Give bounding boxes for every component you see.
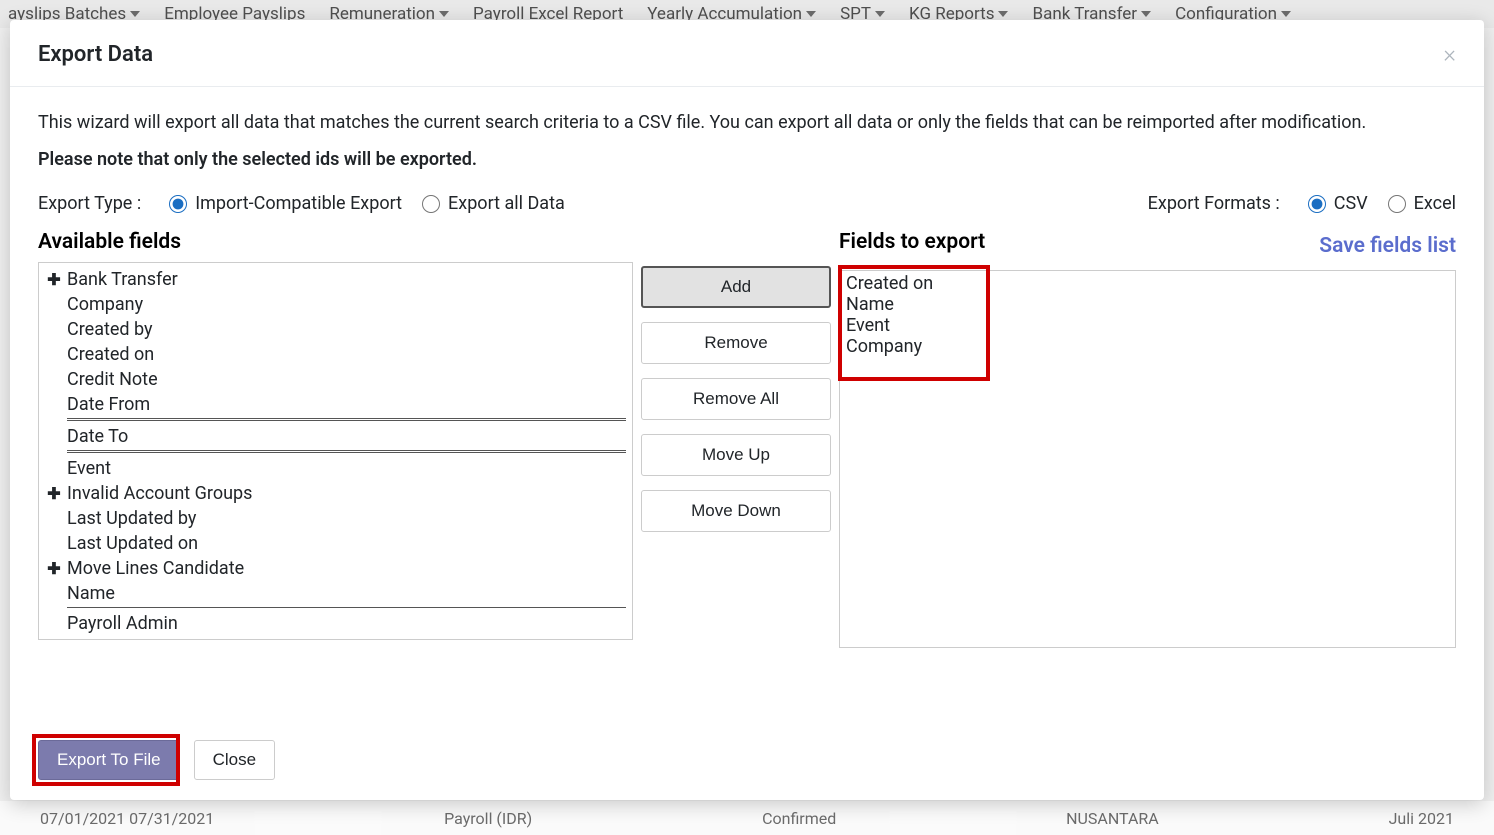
intro-text: This wizard will export all data that ma…	[38, 109, 1456, 173]
chevron-down-icon	[1141, 11, 1151, 17]
modal-footer: Export To File Close	[10, 722, 1484, 800]
available-field-label: Move Lines Candidate	[67, 558, 244, 579]
available-field-item[interactable]: ✚Name	[45, 581, 626, 606]
fields-to-export-heading: Fields to export	[839, 230, 985, 254]
available-field-item[interactable]: ✚ Invalid Account Groups	[45, 481, 626, 506]
export-formats-group: Export Formats : CSV Excel	[1148, 193, 1456, 214]
available-field-item[interactable]: ✚ Move Lines Candidate	[45, 556, 626, 581]
available-field-item[interactable]: ✚Event	[45, 456, 626, 481]
available-field-label: Credit Note	[67, 369, 158, 390]
available-field-label: Payroll Admin	[67, 613, 178, 634]
options-row: Export Type : Import-Compatible Export E…	[38, 193, 1456, 214]
radio-import-compatible-input[interactable]	[169, 195, 187, 213]
available-field-item[interactable]: ✚Payroll Admin	[45, 611, 626, 636]
expand-icon[interactable]: ✚	[47, 559, 61, 578]
radio-export-all[interactable]: Export all Data	[422, 193, 565, 214]
intro-bold: Please note that only the selected ids w…	[38, 146, 1456, 173]
available-field-item[interactable]: ✚Created by	[45, 317, 626, 342]
available-field-label: Company	[67, 294, 143, 315]
export-data-modal: Export Data × This wizard will export al…	[10, 20, 1484, 800]
remove-button[interactable]: Remove	[641, 322, 831, 364]
radio-excel-input[interactable]	[1388, 195, 1406, 213]
remove-all-button[interactable]: Remove All	[641, 378, 831, 420]
available-field-item[interactable]: ✚Last Updated on	[45, 531, 626, 556]
save-fields-list-link[interactable]: Save fields list	[1319, 234, 1456, 258]
bg-status: Confirmed	[762, 809, 836, 828]
radio-csv[interactable]: CSV	[1308, 193, 1368, 214]
close-icon[interactable]: ×	[1443, 40, 1456, 68]
close-button[interactable]: Close	[194, 740, 275, 780]
export-field-item[interactable]: Company	[844, 336, 1451, 357]
available-field-item[interactable]: ✚ Bank Transfer	[45, 267, 626, 292]
chevron-down-icon	[1281, 11, 1291, 17]
available-field-label: Date From	[67, 394, 150, 415]
available-field-label: Last Updated by	[67, 508, 196, 529]
chevron-down-icon	[998, 11, 1008, 17]
export-field-item[interactable]: Created on	[844, 273, 1451, 294]
available-field-label: Event	[67, 458, 111, 479]
available-field-item[interactable]: ✚Credit Note	[45, 367, 626, 392]
separator	[67, 450, 626, 453]
radio-import-compatible[interactable]: Import-Compatible Export	[169, 193, 402, 214]
available-field-item[interactable]: ✚Last Updated by	[45, 506, 626, 531]
available-fields-column: Available fields ✚Bank Transfer✚Company✚…	[38, 230, 633, 648]
separator	[67, 418, 626, 421]
columns: Available fields ✚Bank Transfer✚Company✚…	[38, 230, 1456, 648]
expand-icon[interactable]: ✚	[47, 270, 61, 289]
available-field-label: Created on	[67, 344, 154, 365]
modal-body: This wizard will export all data that ma…	[10, 87, 1484, 722]
chevron-down-icon	[875, 11, 885, 17]
move-down-button[interactable]: Move Down	[641, 490, 831, 532]
available-field-item[interactable]: ✚Company	[45, 292, 626, 317]
transfer-buttons-column: Add Remove Remove All Move Up Move Down	[639, 230, 833, 648]
available-field-item[interactable]: ✚Created on	[45, 342, 626, 367]
fields-to-export-listbox[interactable]: Created onNameEventCompany	[839, 270, 1456, 648]
intro-paragraph: This wizard will export all data that ma…	[38, 112, 1366, 133]
available-field-label: Name	[67, 583, 115, 604]
chevron-down-icon	[130, 11, 140, 17]
export-formats-label: Export Formats :	[1148, 193, 1280, 214]
fields-to-export-column: Fields to export Save fields list Create…	[839, 230, 1456, 648]
available-field-item[interactable]: ✚Date From	[45, 392, 626, 417]
radio-excel[interactable]: Excel	[1388, 193, 1456, 214]
export-field-item[interactable]: Event	[844, 315, 1451, 336]
background-data-row: 07/01/2021 07/31/2021 Payroll (IDR) Conf…	[0, 801, 1494, 835]
available-field-label: Bank Transfer	[67, 269, 178, 290]
export-type-group: Export Type : Import-Compatible Export E…	[38, 193, 565, 214]
export-field-item[interactable]: Name	[844, 294, 1451, 315]
move-up-button[interactable]: Move Up	[641, 434, 831, 476]
chevron-down-icon	[439, 11, 449, 17]
available-fields-heading: Available fields	[38, 230, 633, 254]
export-type-label: Export Type :	[38, 193, 141, 214]
available-field-label: Last Updated on	[67, 533, 198, 554]
radio-export-all-label: Export all Data	[448, 193, 565, 214]
add-button[interactable]: Add	[641, 266, 831, 308]
available-field-label: Invalid Account Groups	[67, 483, 252, 504]
modal-title: Export Data	[38, 42, 153, 67]
radio-excel-label: Excel	[1414, 193, 1456, 214]
radio-export-all-input[interactable]	[422, 195, 440, 213]
available-field-item[interactable]: ✚Date To	[45, 424, 626, 449]
bg-payroll: Payroll (IDR)	[444, 809, 532, 828]
modal-header: Export Data ×	[10, 20, 1484, 87]
bg-dates: 07/01/2021 07/31/2021	[40, 809, 214, 828]
chevron-down-icon	[806, 11, 816, 17]
separator	[67, 607, 626, 608]
available-fields-listbox[interactable]: ✚Bank Transfer✚Company✚Created by✚Create…	[38, 262, 633, 640]
expand-icon[interactable]: ✚	[47, 484, 61, 503]
radio-csv-label: CSV	[1334, 193, 1368, 214]
bg-period: Juli 2021	[1389, 809, 1454, 828]
radio-import-compatible-label: Import-Compatible Export	[195, 193, 402, 214]
radio-csv-input[interactable]	[1308, 195, 1326, 213]
available-field-label: Date To	[67, 426, 128, 447]
available-field-label: Created by	[67, 319, 153, 340]
bg-company: NUSANTARA	[1066, 809, 1159, 828]
export-to-file-button[interactable]: Export To File	[38, 740, 180, 780]
